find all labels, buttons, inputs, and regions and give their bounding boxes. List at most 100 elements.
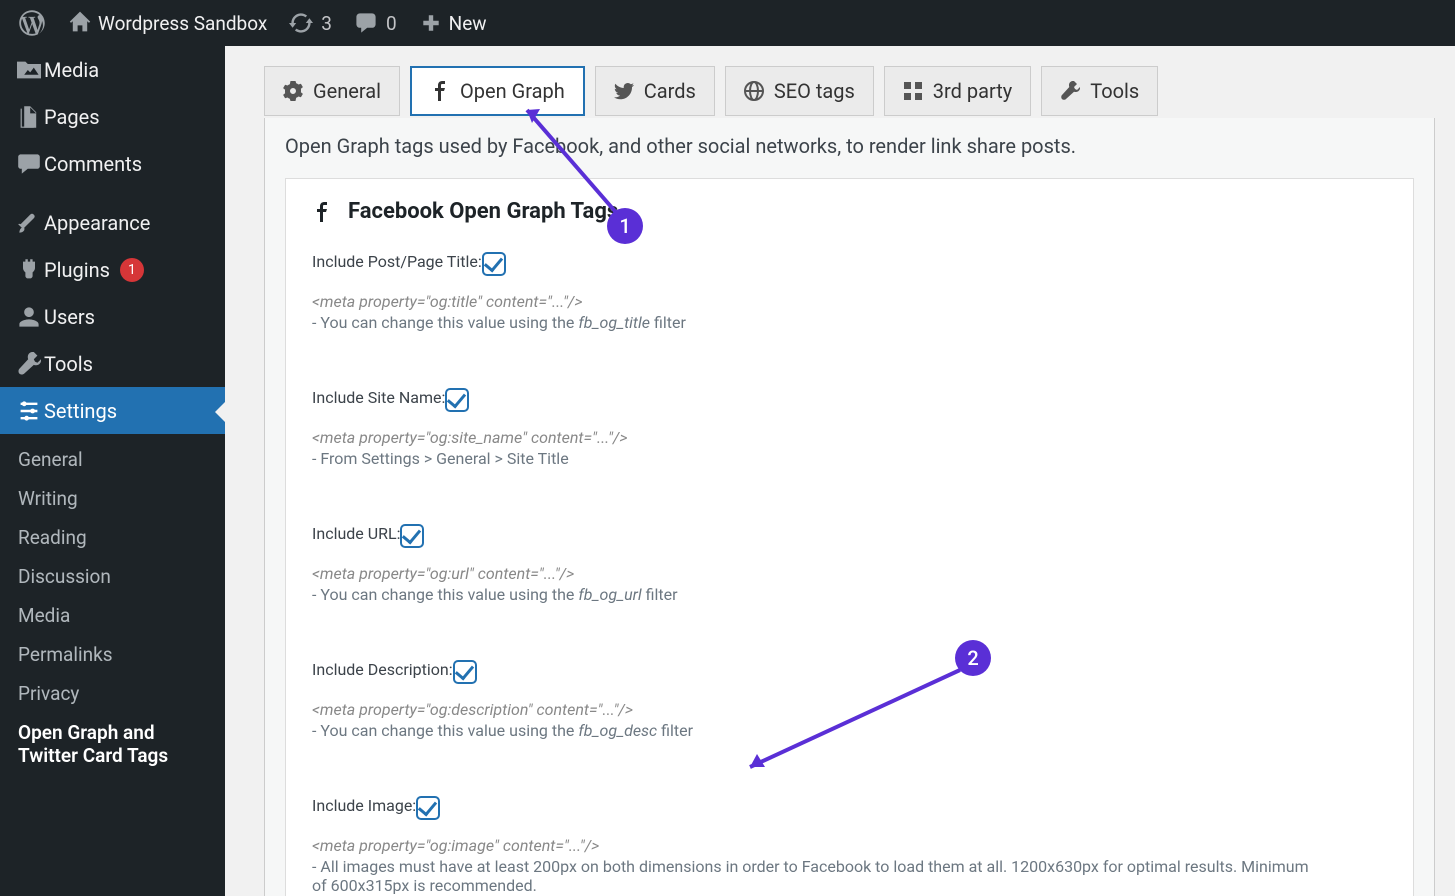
option-include-url: Include URL: <meta property="og:url" con… <box>312 524 1387 604</box>
option-include-description: Include Description: <meta property="og:… <box>312 660 1387 740</box>
grid-icon <box>903 81 923 101</box>
globe-icon <box>744 81 764 101</box>
option-meta: <meta property="og:description" content=… <box>312 700 1387 719</box>
comment-icon <box>14 152 44 176</box>
option-hint: - You can change this value using the fb… <box>312 721 1387 740</box>
comments-link[interactable]: 0 <box>342 0 407 46</box>
comment-icon <box>352 11 380 35</box>
option-label: Include Image: <box>312 796 416 824</box>
tab-label: 3rd party <box>933 79 1012 103</box>
option-hint: - You can change this value using the fb… <box>312 585 1387 604</box>
menu-label: Media <box>44 58 99 82</box>
option-label: Include Post/Page Title: <box>312 252 482 280</box>
menu-label: Settings <box>44 399 117 423</box>
tab-label: Cards <box>644 79 696 103</box>
new-label: New <box>449 12 487 35</box>
tab-opengraph[interactable]: Open Graph <box>410 66 585 116</box>
settings-tabs: General Open Graph Cards SEO tags 3rd pa… <box>245 66 1435 116</box>
updates-count: 3 <box>321 12 332 35</box>
option-label: Include Description: <box>312 660 453 688</box>
tab-label: Tools <box>1090 79 1139 103</box>
option-include-sitename: Include Site Name: <meta property="og:si… <box>312 388 1387 468</box>
include-sitename-checkbox[interactable] <box>445 388 469 412</box>
submenu-privacy[interactable]: Privacy <box>0 674 225 713</box>
option-meta: <meta property="og:image" content="..."/… <box>312 836 1387 855</box>
menu-label: Plugins <box>44 258 110 282</box>
tab-3rdparty[interactable]: 3rd party <box>884 66 1031 116</box>
box-heading: Facebook Open Graph Tags <box>312 199 1387 224</box>
submenu-reading[interactable]: Reading <box>0 518 225 557</box>
tab-label: Open Graph <box>460 79 565 103</box>
tab-content: Open Graph tags used by Facebook, and ot… <box>264 118 1435 896</box>
option-label: Include URL: <box>312 524 400 552</box>
option-include-image: Include Image: <meta property="og:image"… <box>312 796 1387 895</box>
menu-media[interactable]: Media <box>0 46 225 93</box>
option-meta: <meta property="og:url" content="..."/> <box>312 564 1387 583</box>
opengraph-settings-box: Facebook Open Graph Tags Include Post/Pa… <box>285 178 1414 896</box>
home-icon <box>66 11 94 35</box>
menu-settings[interactable]: Settings <box>0 387 225 434</box>
include-image-checkbox[interactable] <box>416 796 440 820</box>
option-hint: - From Settings > General > Site Title <box>312 449 1387 468</box>
plus-icon <box>417 12 445 34</box>
submenu-general[interactable]: General <box>0 440 225 479</box>
wp-logo[interactable] <box>8 0 56 46</box>
submenu-permalinks[interactable]: Permalinks <box>0 635 225 674</box>
option-hint: - All images must have at least 200px on… <box>312 857 1322 895</box>
menu-appearance[interactable]: Appearance <box>0 199 225 246</box>
menu-label: Appearance <box>44 211 150 235</box>
tab-label: SEO tags <box>774 79 855 103</box>
wrench-icon <box>14 352 44 376</box>
menu-plugins[interactable]: Plugins 1 <box>0 246 225 293</box>
page-icon <box>14 105 44 129</box>
settings-submenu: General Writing Reading Discussion Media… <box>0 434 225 783</box>
comments-count: 0 <box>386 12 397 35</box>
admin-menu: Media Pages Comments Appearance Plugins … <box>0 46 225 896</box>
option-label: Include Site Name: <box>312 388 445 416</box>
menu-comments[interactable]: Comments <box>0 140 225 187</box>
tab-general[interactable]: General <box>264 66 400 116</box>
site-name-link[interactable]: Wordpress Sandbox <box>56 0 277 46</box>
wordpress-icon <box>18 10 46 36</box>
plug-icon <box>14 258 44 282</box>
admin-bar: Wordpress Sandbox 3 0 New <box>0 0 1455 46</box>
menu-label: Users <box>44 305 95 329</box>
brush-icon <box>14 211 44 235</box>
tab-tools[interactable]: Tools <box>1041 66 1158 116</box>
menu-label: Comments <box>44 152 142 176</box>
intro-text: Open Graph tags used by Facebook, and ot… <box>285 134 1414 158</box>
option-meta: <meta property="og:site_name" content=".… <box>312 428 1387 447</box>
update-icon <box>287 11 315 35</box>
gear-icon <box>283 81 303 101</box>
facebook-icon <box>312 200 332 224</box>
tab-seo[interactable]: SEO tags <box>725 66 874 116</box>
new-content-link[interactable]: New <box>407 0 497 46</box>
option-hint: - You can change this value using the fb… <box>312 313 1387 332</box>
submenu-writing[interactable]: Writing <box>0 479 225 518</box>
submenu-media[interactable]: Media <box>0 596 225 635</box>
include-description-checkbox[interactable] <box>453 660 477 684</box>
facebook-icon <box>430 81 450 101</box>
sliders-icon <box>14 399 44 423</box>
submenu-opengraph[interactable]: Open Graph and Twitter Card Tags <box>0 713 225 775</box>
menu-label: Pages <box>44 105 100 129</box>
option-include-title: Include Post/Page Title: <meta property=… <box>312 252 1387 332</box>
include-title-checkbox[interactable] <box>482 252 506 276</box>
menu-label: Tools <box>44 352 93 376</box>
twitter-icon <box>614 81 634 101</box>
include-url-checkbox[interactable] <box>400 524 424 548</box>
media-icon <box>14 58 44 82</box>
wrench-icon <box>1060 81 1080 101</box>
tab-cards[interactable]: Cards <box>595 66 715 116</box>
box-title: Facebook Open Graph Tags <box>348 199 618 224</box>
submenu-discussion[interactable]: Discussion <box>0 557 225 596</box>
option-meta: <meta property="og:title" content="..."/… <box>312 292 1387 311</box>
user-icon <box>14 305 44 329</box>
menu-tools[interactable]: Tools <box>0 340 225 387</box>
updates-link[interactable]: 3 <box>277 0 342 46</box>
site-name: Wordpress Sandbox <box>98 12 267 35</box>
menu-pages[interactable]: Pages <box>0 93 225 140</box>
page-body: General Open Graph Cards SEO tags 3rd pa… <box>225 46 1455 896</box>
menu-users[interactable]: Users <box>0 293 225 340</box>
tab-label: General <box>313 79 381 103</box>
